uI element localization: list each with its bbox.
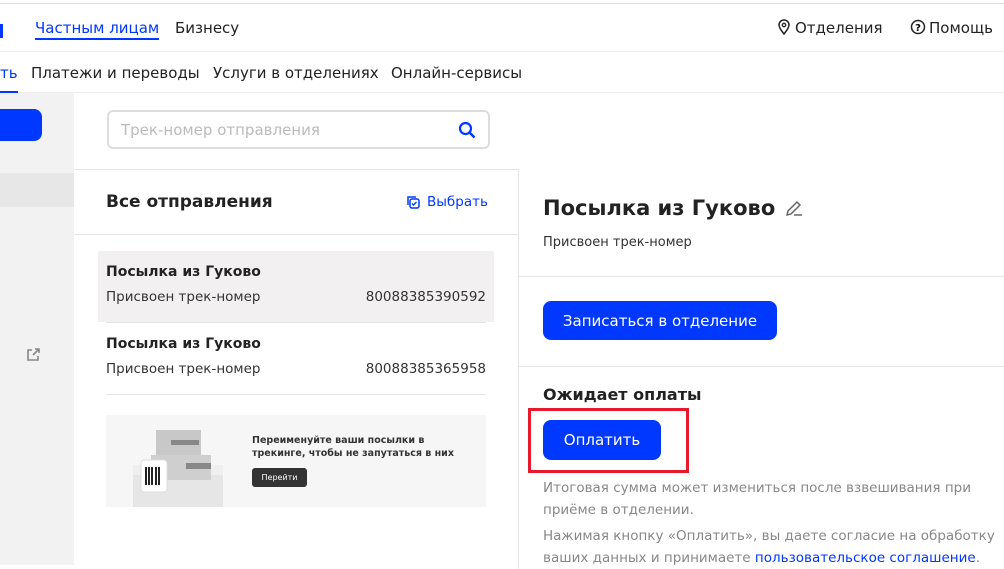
svg-text:?: ? [915, 23, 921, 34]
shipment-track: 80088385365958 [365, 361, 486, 377]
track-search-input[interactable]: Трек-номер отправления [107, 110, 490, 149]
nav-offices[interactable]: Отделения [777, 19, 883, 37]
shipment-track: 80088385390592 [365, 289, 486, 305]
weight-note: Итоговая сумма может измениться после вз… [543, 480, 971, 518]
select-label: Выбрать [427, 194, 488, 210]
main-nav: ть Платежи и переводы Услуги в отделения… [0, 52, 1004, 93]
shipment-item[interactable]: Посылка из Гуково Присвоен трек-номер 800… [98, 251, 494, 322]
shipment-status: Присвоен трек-номер [106, 289, 261, 305]
sidebar [0, 93, 74, 565]
nav-business[interactable]: Бизнесу [175, 19, 239, 37]
consent-note: Нажимая кнопку «Оплатить», вы даете согл… [543, 525, 1004, 569]
search-placeholder: Трек-номер отправления [121, 120, 320, 139]
nav-online-services[interactable]: Онлайн-сервисы [391, 64, 522, 82]
parcels-illustration [133, 430, 223, 507]
detail-title-row: Посылка из Гуково [543, 196, 803, 220]
logo-fragment [0, 24, 3, 38]
divider [74, 234, 519, 235]
rename-banner: Переименуйте ваши посылки в трекинге, чт… [106, 415, 486, 507]
divider [106, 394, 486, 395]
consent-suffix: . [975, 550, 980, 566]
detail-status: Присвоен трек-номер [543, 235, 692, 250]
offices-label: Отделения [795, 19, 883, 37]
pay-button[interactable]: Оплатить [543, 420, 661, 460]
sidebar-button[interactable] [0, 109, 42, 141]
nav-tab-active[interactable]: ть [0, 64, 18, 93]
shipment-title: Посылка из Гуково [106, 264, 261, 280]
nav-office-services[interactable]: Услуги в отделениях [213, 64, 379, 82]
list-title: Все отправления [106, 192, 273, 212]
select-button[interactable]: Выбрать [405, 194, 488, 210]
shipment-title: Посылка из Гуково [106, 336, 261, 352]
help-icon: ? [910, 19, 926, 35]
book-office-button[interactable]: Записаться в отделение [543, 301, 777, 340]
banner-text: Переименуйте ваши посылки в трекинге, чт… [252, 435, 454, 459]
location-pin-icon [778, 19, 790, 35]
banner-go-button[interactable]: Перейти [252, 468, 307, 487]
nav-private[interactable]: Частным лицам [35, 19, 160, 40]
sidebar-item-active[interactable] [0, 173, 74, 207]
shipment-status: Присвоен трек-номер [106, 361, 261, 377]
divider [519, 276, 1004, 277]
nav-payments[interactable]: Платежи и переводы [31, 64, 200, 82]
detail-title: Посылка из Гуково [543, 196, 776, 220]
edit-pencil-icon[interactable] [785, 199, 803, 217]
payment-title: Ожидает оплаты [543, 385, 702, 404]
shipment-item[interactable]: Посылка из Гуково Присвоен трек-номер 800… [98, 323, 494, 394]
divider [519, 366, 1004, 367]
select-checkbox-icon [407, 196, 420, 209]
help-label: Помощь [929, 19, 993, 37]
external-link-icon[interactable] [26, 348, 40, 362]
nav-help[interactable]: ? Помощь [910, 19, 993, 37]
search-icon[interactable] [458, 121, 476, 139]
user-agreement-link[interactable]: пользовательское соглашение [755, 550, 976, 566]
top-nav: Частным лицам Бизнесу Отделения ? Помощь [0, 4, 1004, 52]
